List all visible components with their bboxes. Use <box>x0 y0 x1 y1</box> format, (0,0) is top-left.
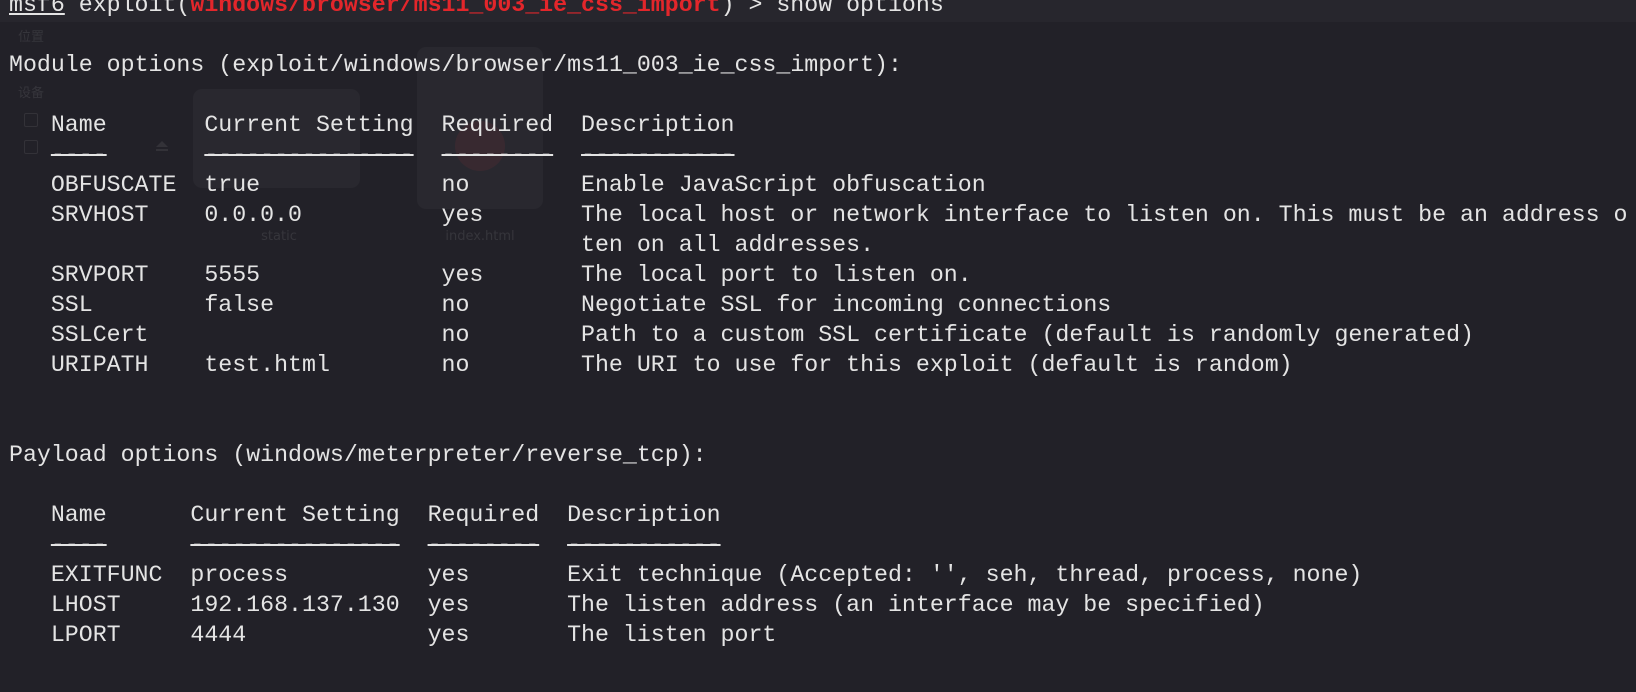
option-name: SSLCert <box>50 322 149 349</box>
column-header-required: Required <box>427 502 540 529</box>
table-row: SSL false no Negotiate SSL for incoming … <box>9 290 1636 320</box>
header-rule: ---- <box>50 142 107 169</box>
prompt-context-close: ) <box>720 0 735 19</box>
column-header-description: Description <box>581 112 735 139</box>
module-table-header-rule: ---- --------------- -------- ----------… <box>9 140 1636 170</box>
option-required: no <box>441 292 470 319</box>
column-header-required: Required <box>441 112 554 139</box>
module-table-header: Name Current Setting Required Descriptio… <box>9 110 1636 140</box>
option-name: LHOST <box>50 592 121 619</box>
option-setting: process <box>190 562 289 589</box>
option-setting: test.html <box>204 352 330 379</box>
option-name: SRVHOST <box>50 202 149 229</box>
table-row: SRVHOST 0.0.0.0 yes The local host or ne… <box>9 200 1636 230</box>
table-row: OBFUSCATE true no Enable JavaScript obfu… <box>9 170 1636 200</box>
table-row: LHOST 192.168.137.130 yes The listen add… <box>9 590 1636 620</box>
option-setting: 5555 <box>204 262 261 289</box>
prompt-context-open: exploit( <box>78 0 191 19</box>
option-name: SRVPORT <box>50 262 149 289</box>
option-description: The local host or network interface to l… <box>581 202 1628 229</box>
option-required: yes <box>427 592 470 619</box>
option-description: Enable JavaScript obfuscation <box>581 172 986 199</box>
option-description: The local port to listen on. <box>581 262 972 289</box>
option-setting: 192.168.137.130 <box>190 592 400 619</box>
option-name: URIPATH <box>50 352 149 379</box>
header-rule: --------------- <box>204 142 414 169</box>
payload-options-title-line: Payload options (windows/meterpreter/rev… <box>9 440 1636 470</box>
prompt-arrow: > <box>748 0 763 19</box>
column-header-name: Name <box>50 112 107 139</box>
column-header-setting: Current Setting <box>190 502 400 529</box>
table-row: EXITFUNC process yes Exit technique (Acc… <box>9 560 1636 590</box>
table-row: LPORT 4444 yes The listen port <box>9 620 1636 650</box>
table-row: SSLCert no Path to a custom SSL certific… <box>9 320 1636 350</box>
option-required: no <box>441 322 470 349</box>
option-description-continued: ten on all addresses. <box>581 232 875 259</box>
option-description: The listen port <box>567 622 777 649</box>
column-header-description: Description <box>567 502 721 529</box>
header-rule: -------- <box>427 532 540 559</box>
option-setting: false <box>204 292 275 319</box>
terminal-output[interactable]: msf6 exploit(windows/browser/ms11_003_ie_… <box>9 0 1636 650</box>
option-name: LPORT <box>50 622 121 649</box>
payload-options-title: Payload options (windows/meterpreter/rev… <box>9 442 707 469</box>
option-required: yes <box>441 202 484 229</box>
header-rule: ----------- <box>581 142 735 169</box>
column-header-setting: Current Setting <box>204 112 414 139</box>
table-row-continuation: ten on all addresses. <box>9 230 1636 260</box>
option-required: yes <box>427 622 470 649</box>
prompt-line: msf6 exploit(windows/browser/ms11_003_ie_… <box>9 0 1636 20</box>
payload-table-header-rule: ---- --------------- -------- ----------… <box>9 530 1636 560</box>
option-required: no <box>441 352 470 379</box>
option-required: yes <box>441 262 484 289</box>
option-name: EXITFUNC <box>50 562 163 589</box>
prompt-module-path: windows/browser/ms11_003_ie_css_import <box>190 0 721 19</box>
option-description: Negotiate SSL for incoming connections <box>581 292 1112 319</box>
header-rule: --------------- <box>190 532 400 559</box>
column-header-name: Name <box>50 502 107 529</box>
prompt-msf: msf6 <box>9 0 65 19</box>
prompt-command: show options <box>776 0 944 19</box>
option-required: no <box>441 172 470 199</box>
option-name: SSL <box>50 292 93 319</box>
option-setting: 0.0.0.0 <box>204 202 302 229</box>
option-name: OBFUSCATE <box>50 172 177 199</box>
module-options-title: Module options (exploit/windows/browser/… <box>9 52 902 79</box>
option-setting: true <box>204 172 261 199</box>
option-description: The URI to use for this exploit (default… <box>581 352 1293 379</box>
header-rule: ---- <box>50 532 107 559</box>
option-description: The listen address (an interface may be … <box>567 592 1265 619</box>
table-row: URIPATH test.html no The URI to use for … <box>9 350 1636 380</box>
option-description: Exit technique (Accepted: '', seh, threa… <box>567 562 1363 589</box>
payload-table-header: Name Current Setting Required Descriptio… <box>9 500 1636 530</box>
terminal-window: 位置 设备 static index.html msf6 exploit(wind… <box>0 0 1636 692</box>
header-rule: -------- <box>441 142 554 169</box>
module-options-title-line: Module options (exploit/windows/browser/… <box>9 50 1636 80</box>
table-row: SRVPORT 5555 yes The local port to liste… <box>9 260 1636 290</box>
option-setting: 4444 <box>190 622 247 649</box>
option-required: yes <box>427 562 470 589</box>
header-rule: ----------- <box>567 532 721 559</box>
option-description: Path to a custom SSL certificate (defaul… <box>581 322 1474 349</box>
